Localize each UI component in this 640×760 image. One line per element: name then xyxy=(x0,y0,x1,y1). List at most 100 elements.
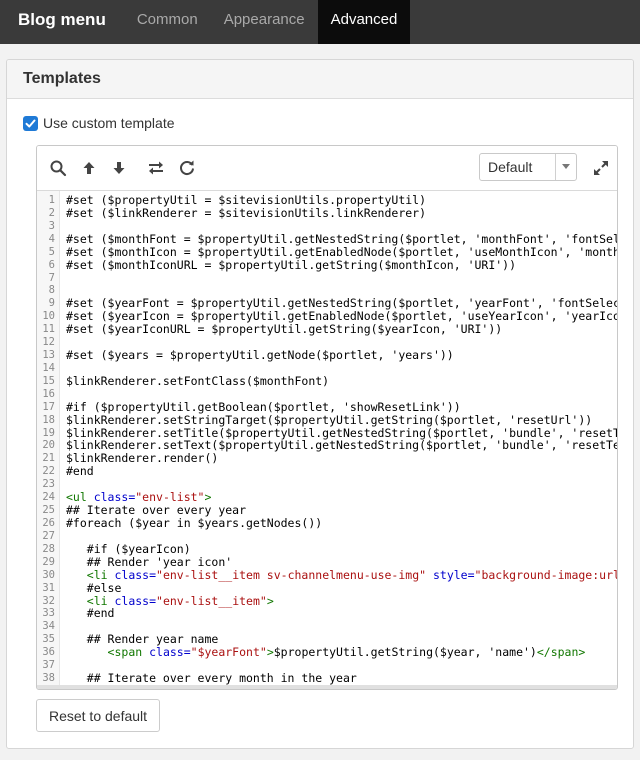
code-token: ## Render year name xyxy=(66,632,219,647)
line-number: 30 xyxy=(42,568,55,581)
code-token: <li xyxy=(86,567,115,582)
line-number: 33 xyxy=(42,607,55,620)
code-token: > xyxy=(204,490,212,505)
code-token: <ul xyxy=(66,490,94,505)
panel-title: Templates xyxy=(23,70,101,87)
line-text: #end xyxy=(66,606,115,621)
custom-template-label: Use custom template xyxy=(43,115,175,131)
line-number: 16 xyxy=(42,387,55,400)
line-text: $linkRenderer.setFontClass($monthFont) xyxy=(66,374,329,388)
reset-to-default-button[interactable]: Reset to default xyxy=(36,699,160,732)
line-text: #foreach ($year in $years.getNodes()) xyxy=(66,517,322,530)
line-number: 6 xyxy=(48,258,55,271)
line-number: 36 xyxy=(42,646,55,659)
line-number: 10 xyxy=(42,310,55,323)
line-number: 1 xyxy=(48,194,55,206)
line-number: 35 xyxy=(42,633,55,646)
line-number: 7 xyxy=(48,271,55,284)
code-token: #set ($yearIcon = $propertyUtil.getEnabl… xyxy=(66,309,617,324)
code-token: <li xyxy=(86,593,115,608)
code-token: $linkRenderer.setText($propertyUtil.getN… xyxy=(66,438,617,453)
code-token: class= xyxy=(114,567,157,582)
editor-toolbar: Default xyxy=(37,146,617,191)
code-token: #set ($monthIcon = $propertyUtil.getEnab… xyxy=(66,244,617,259)
line-number: 19 xyxy=(42,426,55,439)
tab-advanced[interactable]: Advanced xyxy=(317,0,411,44)
code-editor[interactable]: Default 1 #set ($propertyUtil = $sitevisi… xyxy=(36,145,618,690)
code-token: "$yearFont" xyxy=(190,645,267,660)
checkmark-icon xyxy=(25,119,36,127)
app-title: Blog menu xyxy=(18,10,106,29)
line-number: 8 xyxy=(48,284,55,297)
code-token: class= xyxy=(149,645,191,660)
line-number: 23 xyxy=(42,478,55,491)
code-token: #set ($linkRenderer = $sitevisionUtils.l… xyxy=(66,205,427,220)
code-token: "env-list__item sv-channelmenu-use-img" xyxy=(156,567,427,582)
line-number: 3 xyxy=(48,219,55,232)
line-number: 4 xyxy=(48,232,55,245)
code-token: "background-image:url xyxy=(474,567,617,582)
code-token: #set ($propertyUtil = $sitevisionUtils.p… xyxy=(66,193,427,207)
code-token: #set ($years = $propertyUtil.getNode($po… xyxy=(66,348,454,363)
refresh-icon[interactable] xyxy=(177,158,197,178)
code-token: $linkRenderer.setStringTarget($propertyU… xyxy=(66,412,593,427)
tab-appearance[interactable]: Appearance xyxy=(211,0,318,44)
code-token: #set ($yearFont = $propertyUtil.getNeste… xyxy=(66,296,617,311)
expand-icon[interactable] xyxy=(591,158,611,178)
panel-header: Templates xyxy=(7,60,633,99)
line-number: 38 xyxy=(42,672,55,685)
line-number: 21 xyxy=(42,452,55,465)
code-token: $linkRenderer.render() xyxy=(66,451,219,466)
arrow-down-icon[interactable] xyxy=(109,158,129,178)
line-number: 29 xyxy=(42,555,55,568)
line-number: 15 xyxy=(42,374,55,387)
code-token: #end xyxy=(66,464,94,479)
line-number: 14 xyxy=(42,361,55,374)
code-token: <span xyxy=(107,645,150,660)
line-number: 5 xyxy=(48,245,55,258)
code-token: #else xyxy=(66,580,122,595)
custom-template-checkbox-row[interactable]: Use custom template xyxy=(23,115,175,131)
code-token: > xyxy=(266,645,274,660)
horizontal-scrollbar[interactable] xyxy=(37,685,617,689)
arrow-up-icon[interactable] xyxy=(79,158,99,178)
code-token: #end xyxy=(66,606,115,621)
code-token: #if ($propertyUtil.getBoolean($portlet, … xyxy=(66,399,461,414)
line-number: 26 xyxy=(42,517,55,529)
search-icon[interactable] xyxy=(48,158,68,178)
code-token: > xyxy=(266,593,274,608)
code-token: #set ($monthIconURL = $propertyUtil.getS… xyxy=(66,257,517,272)
line-number: 20 xyxy=(42,439,55,452)
code-token: $linkRenderer.setTitle($propertyUtil.get… xyxy=(66,425,617,440)
line-number: 37 xyxy=(42,659,55,672)
code-token: ## Render 'year icon' xyxy=(66,554,233,569)
line-number: 11 xyxy=(42,323,55,336)
theme-select[interactable]: Default xyxy=(479,153,577,181)
code-token: class= xyxy=(114,593,157,608)
line-text: #set ($linkRenderer = $sitevisionUtils.l… xyxy=(66,205,427,220)
tab-common[interactable]: Common xyxy=(124,0,211,44)
line-text: ## Iterate over every month in the year xyxy=(66,672,357,685)
line-text: #set ($monthIconURL = $propertyUtil.getS… xyxy=(66,257,517,272)
line-number: 31 xyxy=(42,581,55,594)
line-number: 22 xyxy=(42,465,55,478)
code-token: #foreach ($year in $years.getNodes()) xyxy=(66,516,323,530)
line-text: #set ($yearIconURL = $propertyUtil.getSt… xyxy=(66,323,502,336)
line-number: 12 xyxy=(42,336,55,349)
custom-template-checkbox[interactable] xyxy=(23,115,38,131)
line-number: 18 xyxy=(42,413,55,426)
line-number: 9 xyxy=(48,297,55,310)
code-token: ## Iterate over every year xyxy=(66,503,247,518)
line-number: 24 xyxy=(42,491,55,504)
swap-icon[interactable] xyxy=(146,158,166,178)
code-area[interactable]: 1 #set ($propertyUtil = $sitevisionUtils.… xyxy=(37,191,617,685)
line-number: 17 xyxy=(42,400,55,413)
code-token: style= xyxy=(426,567,475,582)
line-number: 34 xyxy=(42,620,55,633)
line-text: <span class="$yearFont">$propertyUtil.ge… xyxy=(66,645,586,660)
code-token: $propertyUtil.getString($year, 'name') xyxy=(273,645,537,660)
templates-panel: Templates Use custom template Default 1 … xyxy=(6,59,634,749)
